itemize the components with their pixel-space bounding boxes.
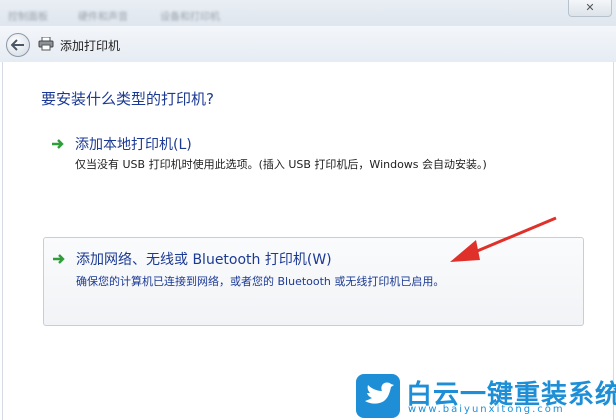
option-title: 添加网络、无线或 Bluetooth 打印机(W)	[76, 252, 332, 268]
page-heading: 要安装什么类型的打印机?	[41, 90, 214, 108]
green-arrow-icon	[52, 139, 64, 149]
close-button[interactable]: ✕	[568, 0, 612, 17]
breadcrumb-item[interactable]: 控制面板	[8, 8, 48, 23]
window-title: 添加打印机	[60, 39, 121, 53]
breadcrumb-item[interactable]: 设备和打印机	[160, 8, 220, 23]
add-network-printer-option[interactable]: 添加网络、无线或 Bluetooth 打印机(W) 确保您的计算机已连接到网络，…	[43, 237, 584, 326]
back-arrow-icon	[11, 39, 24, 51]
option-description: 仅当没有 USB 打印机时使用此选项。(插入 USB 打印机后，Windows …	[75, 158, 487, 171]
back-button[interactable]	[6, 33, 30, 57]
option-title: 添加本地打印机(L)	[75, 137, 192, 153]
address-bar-strip: 控制面板 硬件和声音 设备和打印机 ✕	[0, 0, 616, 26]
watermark-url: www.baiyunxitong.com	[408, 404, 565, 415]
printer-icon	[38, 37, 54, 51]
option-description: 确保您的计算机已连接到网络，或者您的 Bluetooth 或无线打印机已启用。	[76, 275, 445, 288]
breadcrumb-item[interactable]: 硬件和声音	[78, 8, 128, 23]
add-local-printer-option[interactable]: 添加本地打印机(L) 仅当没有 USB 打印机时使用此选项。(插入 USB 打印…	[43, 124, 583, 180]
watermark: 白云一键重装系统 www.baiyunxitong.com	[356, 374, 616, 418]
bird-logo-icon	[356, 374, 400, 418]
wizard-content: 要安装什么类型的打印机? 添加本地打印机(L) 仅当没有 USB 打印机时使用此…	[2, 62, 614, 420]
wizard-titlebar: 添加打印机	[0, 26, 616, 62]
green-arrow-icon	[53, 254, 65, 264]
